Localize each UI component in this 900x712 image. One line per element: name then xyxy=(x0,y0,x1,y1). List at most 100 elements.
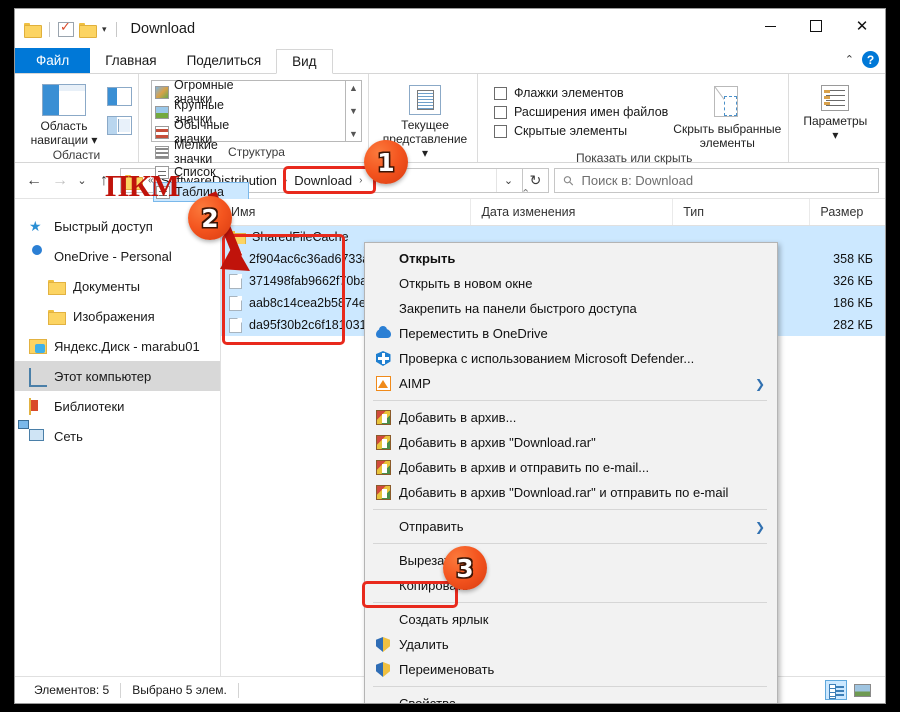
checkbox-label: Расширения имен файлов xyxy=(514,105,669,119)
thumbnails-view-button[interactable] xyxy=(851,680,873,700)
menu-item-scan-defender[interactable]: Проверка с использованием Microsoft Defe… xyxy=(365,346,777,371)
chevron-down-icon[interactable]: ▾ xyxy=(101,24,108,34)
back-button[interactable]: ← xyxy=(21,168,47,194)
menu-item-aimp[interactable]: AIMP ❯ xyxy=(365,371,777,396)
menu-item-label: AIMP xyxy=(399,376,431,391)
help-icon[interactable]: ? xyxy=(862,51,879,68)
sidebar-item-yandex-disk[interactable]: Яндекс.Диск - marabu01 xyxy=(15,331,220,361)
checkbox-item-checkboxes[interactable]: Флажки элементов xyxy=(494,86,668,100)
checkbox-icon[interactable] xyxy=(494,86,507,100)
menu-item-open-new-window[interactable]: Открыть в новом окне xyxy=(365,271,777,296)
tab-view[interactable]: Вид xyxy=(276,49,333,74)
checkbox-icon[interactable] xyxy=(494,105,507,119)
annotation-badge-3: 3 xyxy=(443,546,487,590)
tab-file[interactable]: Файл xyxy=(15,48,91,73)
address-dropdown-icon[interactable]: ⌄ xyxy=(496,169,520,192)
column-header-size[interactable]: Размер xyxy=(810,199,885,225)
menu-item-properties[interactable]: Свойства xyxy=(365,691,777,704)
annotation-pkm-label: ПКМ xyxy=(105,168,180,203)
menu-item-rename[interactable]: Переименовать xyxy=(365,657,777,682)
scroll-more-icon[interactable]: ▼ xyxy=(349,129,358,139)
search-box[interactable]: ⚲ Поиск в: Download xyxy=(554,168,879,193)
preview-pane-icon[interactable] xyxy=(107,87,132,106)
chevron-up-icon[interactable]: ⌃ xyxy=(845,53,854,66)
navigation-pane-button[interactable]: Область навигации ▾ xyxy=(21,80,107,147)
details-pane-icon[interactable] xyxy=(107,116,132,135)
menu-item-create-shortcut[interactable]: Создать ярлык xyxy=(365,607,777,632)
details-view-button[interactable] xyxy=(825,680,847,700)
tab-share[interactable]: Поделиться xyxy=(172,48,277,73)
sidebar-item-libraries[interactable]: Библиотеки xyxy=(15,391,220,421)
ribbon-group-label-layout: Структура xyxy=(228,145,285,159)
window-controls: ✕ xyxy=(747,9,885,43)
network-icon xyxy=(29,429,46,444)
chevron-down-icon[interactable]: ▾ xyxy=(832,128,838,142)
menu-item-add-to-archive[interactable]: Добавить в архив... xyxy=(365,405,777,430)
layout-label: Список xyxy=(174,165,216,179)
hide-selected-button[interactable]: Скрыть выбранные элементы xyxy=(672,80,782,150)
tab-home[interactable]: Главная xyxy=(90,48,171,73)
sidebar-item-network[interactable]: Сеть xyxy=(15,421,220,451)
chevron-right-icon: ❯ xyxy=(754,376,765,391)
folder-icon[interactable] xyxy=(24,22,42,38)
menu-item-open[interactable]: Открыть xyxy=(365,246,777,271)
checklist-icon[interactable] xyxy=(58,19,74,37)
options-icon xyxy=(821,85,850,111)
column-header-date[interactable]: Дата изменения xyxy=(471,199,674,225)
minimize-button[interactable] xyxy=(747,9,793,43)
file-icon xyxy=(229,295,242,311)
recent-locations-button[interactable]: ⌄ xyxy=(73,168,91,194)
scroll-up-icon[interactable]: ▲ xyxy=(349,83,358,93)
ribbon-group-label-show-hide: Показать или скрыть xyxy=(575,151,693,165)
menu-item-move-to-onedrive[interactable]: Переместить в OneDrive xyxy=(365,321,777,346)
checkbox-hidden-items[interactable]: Скрытые элементы xyxy=(494,124,668,138)
small-icons-icon xyxy=(155,145,169,159)
breadcrumb-separator-icon[interactable]: › xyxy=(357,175,364,186)
search-input[interactable]: Поиск в: Download xyxy=(582,173,694,188)
hide-selected-icon xyxy=(712,86,742,120)
menu-item-cut[interactable]: Вырезать xyxy=(365,548,777,573)
breadcrumb-item-download[interactable]: Download xyxy=(289,173,357,188)
menu-item-add-to-download-rar[interactable]: Добавить в архив "Download.rar" xyxy=(365,430,777,455)
close-button[interactable]: ✕ xyxy=(839,9,885,43)
menu-item-label: Переместить в OneDrive xyxy=(399,326,548,341)
divider xyxy=(237,682,239,698)
layout-gallery-scrollbar[interactable]: ▲ ▼ ▼ xyxy=(346,80,362,142)
annotation-badge-1: 1 xyxy=(364,140,408,184)
checkbox-file-extensions[interactable]: Расширения имен файлов xyxy=(494,105,668,119)
menu-item-label: Добавить в архив "Download.rar" и отправ… xyxy=(399,485,729,500)
column-header-name[interactable]: Имя ⌃ xyxy=(221,188,530,225)
menu-item-copy[interactable]: Копировать xyxy=(365,573,777,598)
menu-item-add-archive-email[interactable]: Добавить в архив и отправить по e-mail..… xyxy=(365,455,777,480)
checkbox-icon[interactable] xyxy=(494,124,507,138)
maximize-button[interactable] xyxy=(793,9,839,43)
divider xyxy=(373,400,767,401)
winrar-icon xyxy=(373,435,393,450)
screenshot-root: ▾ Download ✕ Файл Главная Поделиться Вид… xyxy=(0,0,900,712)
sidebar-item-this-pc[interactable]: Этот компьютер xyxy=(15,361,220,391)
menu-item-label: Свойства xyxy=(399,696,457,704)
menu-item-add-download-rar-email[interactable]: Добавить в архив "Download.rar" и отправ… xyxy=(365,480,777,505)
menu-item-send-to[interactable]: Отправить ❯ xyxy=(365,514,777,539)
options-button[interactable]: Параметры ▾ xyxy=(799,80,871,142)
ribbon-tab-actions: ⌃ ? xyxy=(845,51,879,68)
shield-icon xyxy=(373,662,393,677)
sidebar-item-onedrive[interactable]: OneDrive - Personal xyxy=(15,241,220,271)
sidebar-item-documents[interactable]: Документы xyxy=(15,271,220,301)
forward-button[interactable]: → xyxy=(47,168,73,194)
hide-selected-label-line2: элементы xyxy=(699,136,755,150)
file-name: da95f30b2c6f18103129 xyxy=(249,318,381,332)
divider xyxy=(373,509,767,510)
divider xyxy=(115,21,117,37)
scroll-down-icon[interactable]: ▼ xyxy=(349,106,358,116)
hide-selected-label-line1: Скрыть выбранные xyxy=(673,122,782,136)
divider xyxy=(373,543,767,544)
menu-item-delete[interactable]: Удалить xyxy=(365,632,777,657)
context-menu: Открыть Открыть в новом окне Закрепить н… xyxy=(364,242,778,704)
sidebar-item-pictures[interactable]: Изображения xyxy=(15,301,220,331)
breadcrumb-separator-icon[interactable]: › xyxy=(282,175,289,186)
new-folder-icon[interactable] xyxy=(79,22,97,38)
column-headers: Имя ⌃ Дата изменения Тип Размер xyxy=(221,188,885,226)
column-header-type[interactable]: Тип xyxy=(673,199,811,225)
menu-item-pin-quick-access[interactable]: Закрепить на панели быстрого доступа xyxy=(365,296,777,321)
